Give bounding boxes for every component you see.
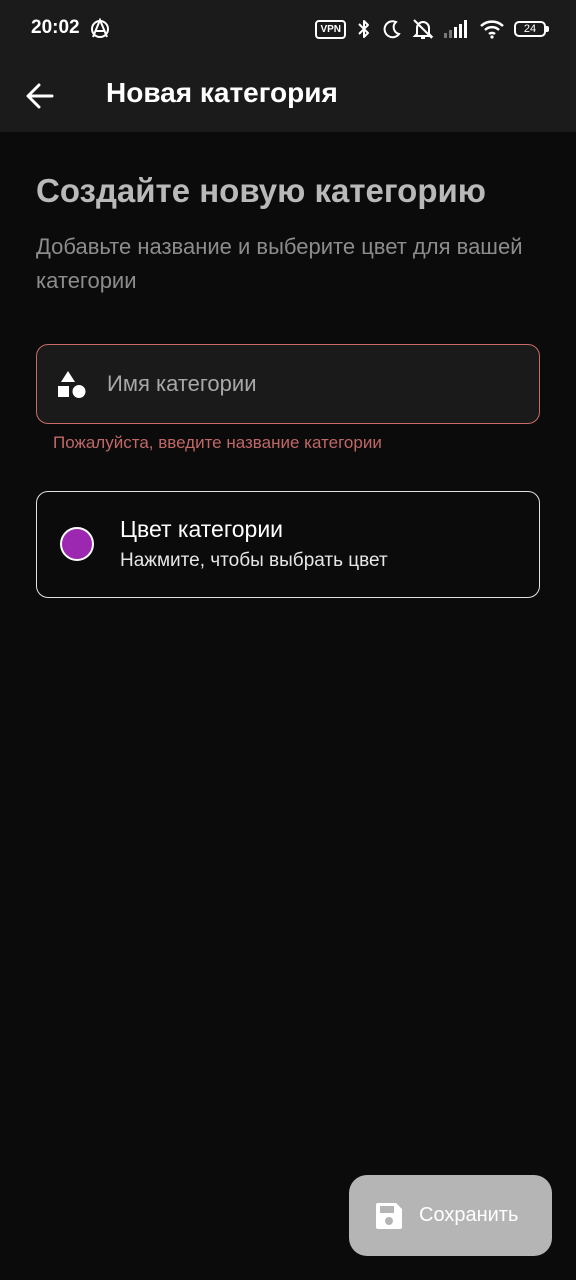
back-button[interactable] xyxy=(14,72,66,120)
save-button[interactable]: Сохранить xyxy=(349,1175,552,1256)
status-bar: 20:02 VPN 24 xyxy=(0,0,576,60)
shapes-icon xyxy=(58,371,86,398)
form-heading: Создайте новую категорию xyxy=(36,172,486,209)
category-name-input[interactable] xyxy=(107,345,527,423)
app-bar: Новая категория xyxy=(0,60,576,132)
save-icon xyxy=(376,1203,402,1229)
category-color-picker[interactable]: Цвет категории Нажмите, чтобы выбрать цв… xyxy=(36,491,540,598)
battery-icon: 24 xyxy=(514,21,549,37)
signal-icon xyxy=(444,20,467,38)
color-picker-hint: Нажмите, чтобы выбрать цвет xyxy=(120,550,388,571)
vpn-icon: VPN xyxy=(315,19,346,39)
bluetooth-icon xyxy=(358,20,369,38)
page-title: Новая категория xyxy=(106,77,338,108)
category-name-field[interactable] xyxy=(36,344,540,424)
status-time: 20:02 xyxy=(31,17,80,38)
form-subtitle: Добавьте название и выберите цвет для ва… xyxy=(36,234,523,293)
anarchy-icon xyxy=(91,18,109,38)
status-icons: VPN 24 xyxy=(315,16,549,42)
wifi-icon xyxy=(480,20,504,39)
moon-icon xyxy=(383,20,401,39)
alarm-off-icon xyxy=(412,19,434,39)
color-swatch xyxy=(60,527,94,561)
color-picker-title: Цвет категории xyxy=(120,516,284,542)
category-name-error: Пожалуйста, введите название категории xyxy=(53,433,382,452)
save-button-label: Сохранить xyxy=(419,1204,519,1226)
arrow-left-icon xyxy=(26,83,54,109)
